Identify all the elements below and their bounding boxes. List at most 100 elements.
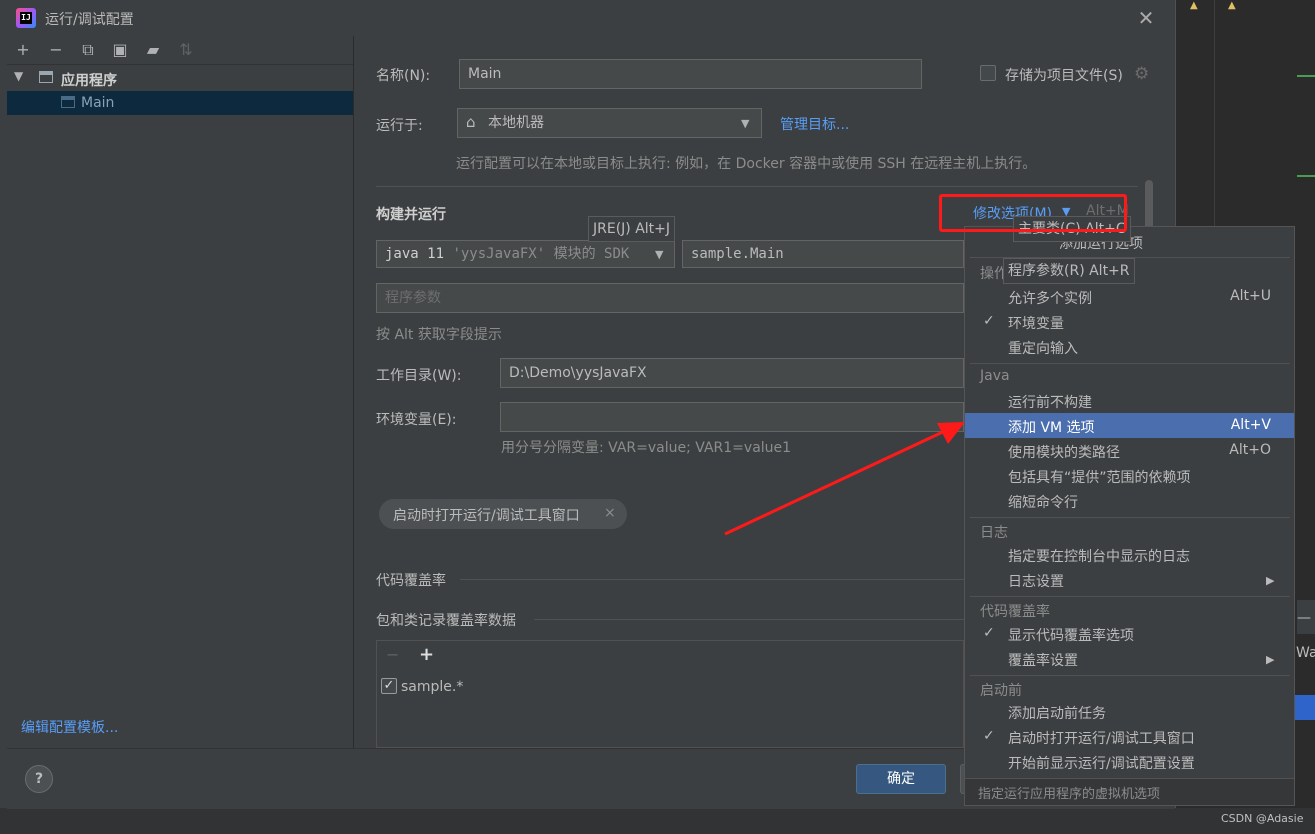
menu-item-label: 添加 VM 选项 (1008, 420, 1095, 436)
coverage-patterns-table (376, 640, 964, 748)
help-button[interactable]: ? (25, 765, 53, 793)
section-divider (460, 579, 964, 580)
check-icon: ✓ (983, 728, 995, 744)
check-icon: ✓ (983, 625, 995, 641)
menu-item-label: 日志设置 (1008, 574, 1064, 590)
store-as-project-file-label: 存储为项目文件(S) (1005, 68, 1123, 84)
annotation-highlight-box (939, 194, 1127, 232)
home-icon: ⌂ (466, 113, 476, 131)
watermark: CSDN @Adasie (1221, 812, 1304, 825)
ide-status-bar (0, 808, 1315, 834)
close-icon[interactable]: ✕ (1135, 7, 1157, 29)
coverage-item-label: sample.* (401, 679, 464, 695)
section-divider (534, 619, 964, 620)
submenu-arrow-icon: ▶ (1266, 653, 1275, 666)
menu-item-label: 运行前不构建 (1008, 395, 1092, 411)
chip-label: 启动时打开运行/调试工具窗口 (393, 508, 580, 524)
chevron-down-icon[interactable]: ▼ (655, 248, 663, 261)
jre-tooltip: JRE(J) Alt+J (588, 216, 676, 242)
dialog-title-bar (0, 0, 1175, 36)
store-as-project-file-checkbox[interactable] (980, 65, 996, 81)
menu-item-label: 使用模块的类路径 (1008, 445, 1120, 461)
coverage-section-title: 代码覆盖率 (376, 573, 446, 589)
submenu-arrow-icon: ▶ (1266, 574, 1275, 587)
run-on-dropdown[interactable]: 本地机器 (457, 108, 762, 138)
save-icon[interactable]: ▣ (110, 40, 130, 60)
toolbar-divider (7, 64, 353, 65)
remove-pattern-icon[interactable]: − (386, 645, 399, 664)
build-and-run-title: 构建并运行 (376, 207, 446, 223)
expand-chevron-icon[interactable]: ▼ (14, 69, 23, 83)
tree-node-application[interactable] (7, 66, 353, 90)
run-on-hint: 运行配置可以在本地或目标上执行: 例如，在 Docker 容器中或使用 SSH … (456, 156, 1037, 172)
name-input[interactable]: Main (459, 59, 922, 89)
menu-item-label: 允许多个实例 (1008, 291, 1092, 307)
copy-icon[interactable]: ⧉ (78, 40, 98, 60)
menu-group-before-launch: 启动前 (980, 683, 1022, 699)
tree-node-main[interactable] (7, 91, 353, 115)
menu-group-java: Java (980, 368, 1010, 384)
gear-icon[interactable]: ⚙ (1134, 64, 1149, 84)
check-icon: ✓ (983, 313, 995, 329)
name-label: 名称(N): (376, 68, 431, 84)
minimize-icon[interactable]: — (1297, 610, 1311, 626)
application-icon (39, 71, 53, 83)
remove-icon[interactable]: − (46, 40, 66, 60)
console-edge-text: Wa (1296, 645, 1315, 661)
menu-item-label: 缩短命令行 (1008, 495, 1078, 511)
manage-targets-link[interactable]: 管理目标... (780, 114, 849, 134)
change-marker (1297, 175, 1315, 177)
program-args-input[interactable]: 程序参数 (376, 283, 964, 313)
menu-item-label: 包括具有“提供”范围的依赖项 (1008, 470, 1191, 486)
program-args-tooltip: 程序参数(R) Alt+R (1003, 258, 1135, 284)
jdk-module-name: 'yysJavaFX' (452, 246, 546, 262)
annotation-arrow (724, 422, 965, 536)
menu-separator (970, 596, 1290, 597)
run-config-icon (61, 96, 75, 108)
chevron-down-icon[interactable]: ▼ (741, 117, 749, 130)
menu-item-label: 环境变量 (1008, 316, 1064, 332)
menu-group-logs: 日志 (980, 525, 1008, 541)
section-divider (376, 186, 1138, 187)
menu-group-coverage: 代码覆盖率 (980, 604, 1050, 620)
chip-close-icon[interactable]: × (604, 505, 616, 521)
menu-item-label: 重定向输入 (1008, 341, 1078, 357)
tree-node-main-label: Main (81, 95, 115, 111)
workdir-input[interactable]: D:\Demo\yysJavaFX (500, 358, 964, 388)
run-on-label: 运行于: (376, 118, 423, 134)
menu-item-label: 指定要在控制台中显示的日志 (1008, 549, 1190, 565)
main-class-input[interactable]: sample.Main (682, 240, 964, 268)
menu-item-shortcut: Alt+U (1230, 288, 1271, 304)
jdk-combobox[interactable]: java 11 'yysJavaFX' 模块的 SDK (376, 240, 675, 268)
add-pattern-icon[interactable]: + (419, 644, 434, 665)
sort-icon[interactable]: ⇅ (176, 40, 196, 60)
coverage-item-checkbox[interactable]: ✓ (381, 678, 397, 694)
coverage-packages-title: 包和类记录覆盖率数据 (376, 613, 516, 629)
ok-button[interactable]: 确定 (856, 764, 946, 794)
menu-item-shortcut: Alt+O (1229, 442, 1271, 458)
menu-item-label: 开始前显示运行/调试配置设置 (1008, 756, 1195, 772)
menu-item-label: 启动时打开运行/调试工具窗口 (1008, 731, 1195, 747)
menu-separator (970, 517, 1290, 518)
config-tree-panel (7, 36, 354, 748)
menu-item-shortcut: Alt+V (1230, 417, 1271, 433)
warning-icon: ▲ (1228, 0, 1236, 11)
new-folder-icon[interactable]: ▰ (143, 40, 163, 60)
tree-node-application-label: 应用程序 (61, 73, 117, 89)
console-selection (1295, 695, 1315, 720)
workdir-label: 工作目录(W): (376, 368, 462, 384)
intellij-app-icon: IJ (16, 8, 36, 28)
edit-templates-link[interactable]: 编辑配置模板... (21, 717, 118, 737)
dialog-title: 运行/调试配置 (45, 12, 134, 28)
menu-separator (970, 675, 1290, 676)
env-vars-label: 环境变量(E): (376, 412, 457, 428)
change-marker (1297, 75, 1315, 77)
menu-item-label: 添加启动前任务 (1008, 706, 1106, 722)
add-icon[interactable]: + (13, 40, 33, 60)
menu-separator (970, 363, 1290, 364)
menu-item-label: 显示代码覆盖率选项 (1008, 628, 1134, 644)
popup-footer-text: 指定运行应用程序的虚拟机选项 (978, 787, 1161, 802)
jdk-java-version: java 11 (385, 246, 445, 262)
warning-icon: ▲ (1190, 0, 1198, 11)
menu-item-label: 覆盖率设置 (1008, 653, 1078, 669)
